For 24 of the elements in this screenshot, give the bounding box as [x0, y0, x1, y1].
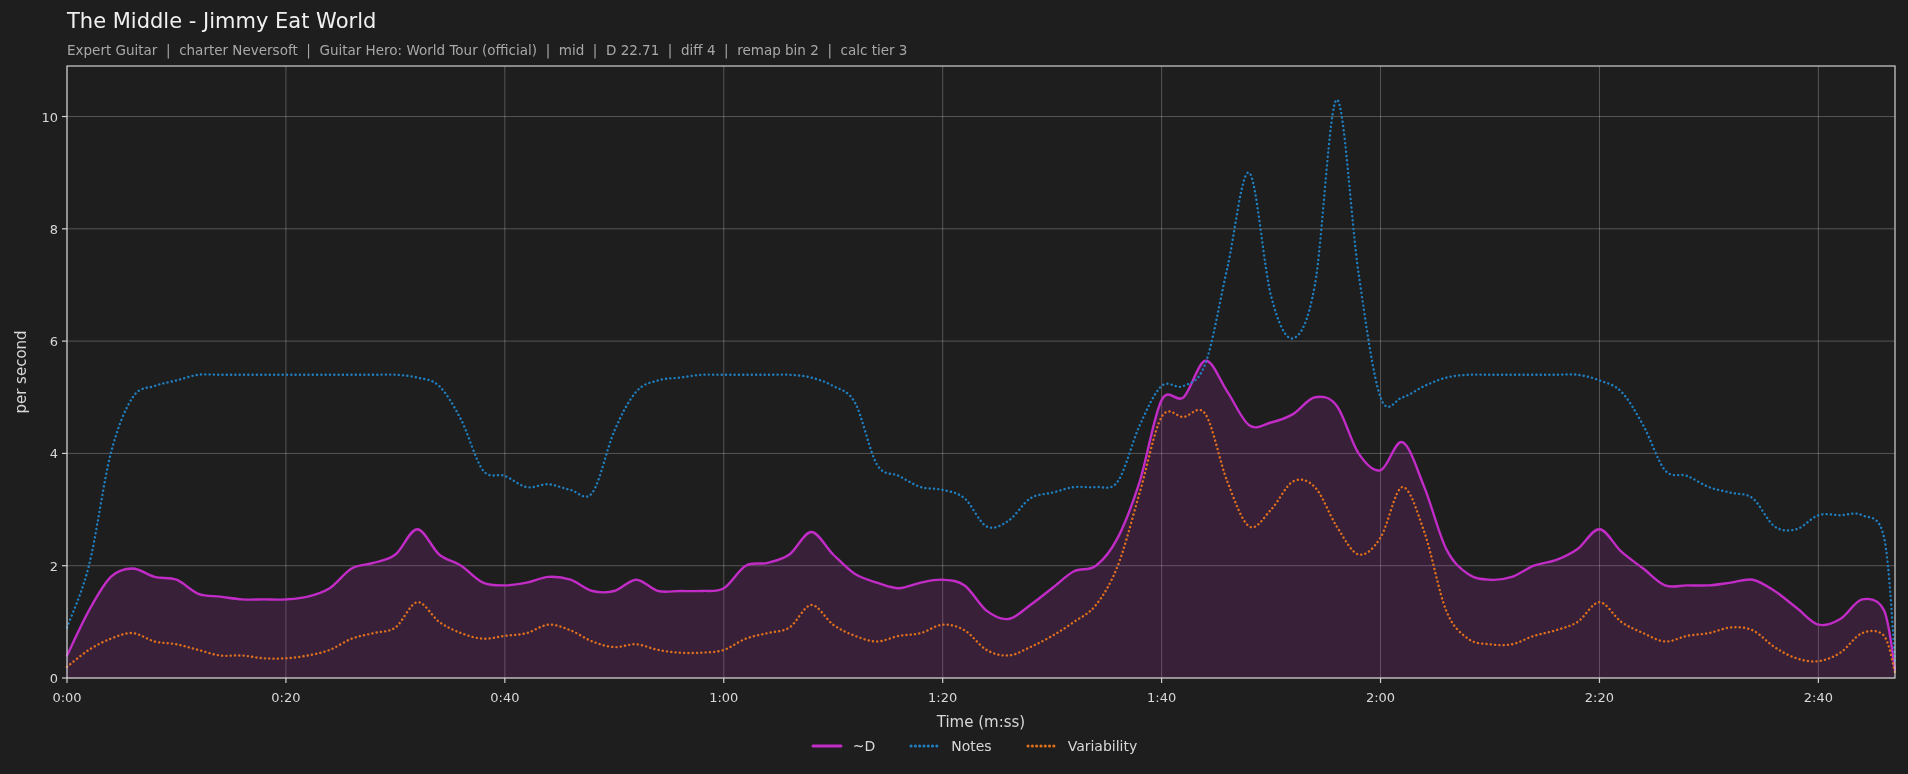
- tick-label: 2:20: [1584, 690, 1615, 705]
- legend-label: Notes: [951, 738, 992, 754]
- y-axis-label: per second: [12, 330, 30, 414]
- tick-label: 0:40: [490, 690, 520, 705]
- legend-swatch-icon: [1025, 743, 1058, 749]
- chart-subtitle: Expert Guitar | charter Neversoft | Guitar Hero: World Tour (official) | mid | D 22.71 | diff 4 | remap bin 2 | calc tier 3: [67, 41, 909, 59]
- tick-label: 8: [49, 221, 58, 237]
- tick-label: 2:00: [1365, 690, 1396, 705]
- legend-swatch-icon: [810, 743, 843, 749]
- tick-label: 0: [49, 671, 58, 686]
- tick-label: 0:20: [271, 690, 301, 705]
- tick-label: 0:00: [52, 690, 82, 705]
- tick-label: 1:20: [928, 690, 958, 705]
- chart-title: The Middle - Jimmy Eat World: [67, 8, 378, 34]
- tick-label: 1:40: [1147, 690, 1177, 705]
- x-axis-label: Time (m:ss): [936, 713, 1026, 731]
- tick-label: 4: [49, 446, 58, 462]
- tick-label: 1:00: [709, 690, 739, 705]
- legend-label: ~D: [852, 738, 876, 754]
- legend-label: Variability: [1067, 738, 1138, 754]
- tick-label: 2:40: [1803, 690, 1833, 705]
- tick-label: 6: [49, 334, 58, 350]
- tick-label: 10: [41, 109, 58, 125]
- tick-label: 2: [49, 558, 58, 574]
